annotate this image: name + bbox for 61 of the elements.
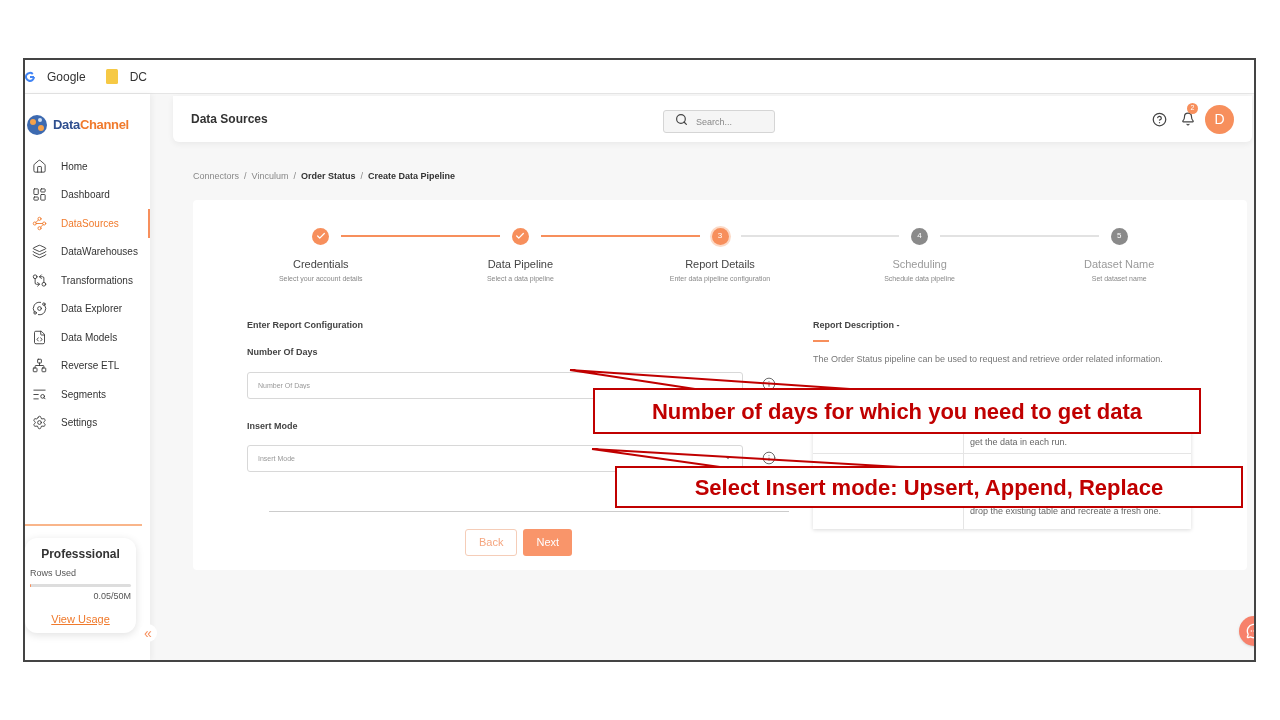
arrows-icon xyxy=(32,272,47,288)
sidebar-item[interactable]: Settings xyxy=(25,408,150,437)
breadcrumb-separator: / xyxy=(293,170,296,183)
table-cell-text: get the data in each run. xyxy=(970,436,1069,448)
sidebar-item[interactable]: Transformations xyxy=(25,266,150,295)
field-label: Insert Mode xyxy=(247,419,299,433)
step-title: Report Details xyxy=(685,256,755,272)
search-icon xyxy=(675,112,688,126)
step-title: Data Pipeline xyxy=(487,256,554,272)
breadcrumb-separator: / xyxy=(244,170,247,183)
check-icon xyxy=(315,231,326,241)
google-icon xyxy=(25,70,35,83)
plan-name: Professsional xyxy=(40,545,121,563)
home-icon xyxy=(32,158,47,174)
sidebar-item[interactable]: DataWarehouses xyxy=(25,237,150,266)
settings-icon xyxy=(32,415,47,431)
step-title: Dataset Name xyxy=(1084,256,1155,272)
breadcrumb-item: Order Status xyxy=(300,170,356,183)
step-marker: 4 xyxy=(911,227,929,245)
table-cell-text: drop the existing table and recreate a fresh one. xyxy=(970,505,1163,517)
step-title: Credentials xyxy=(292,256,349,272)
description-text: The Order Status pipeline can be used to request and retrieve order related information. xyxy=(813,353,1164,365)
bookmark-link[interactable]: DC xyxy=(129,67,148,86)
info-icon[interactable] xyxy=(762,450,776,465)
breadcrumb-item: Create Data Pipeline xyxy=(367,170,455,183)
sidebar-item[interactable]: Dashboard xyxy=(25,180,150,209)
form-heading: Enter Report Configuration xyxy=(247,318,364,332)
step-marker: 5 xyxy=(1110,227,1128,245)
step-title: Scheduling xyxy=(892,256,947,272)
help-icon[interactable] xyxy=(1152,111,1167,127)
list-search-icon xyxy=(32,386,47,402)
usage-value: 0.05/50M xyxy=(93,590,131,603)
sidebar-item[interactable]: Data Explorer xyxy=(25,294,150,323)
nodes-icon xyxy=(32,215,47,231)
sidebar-item[interactable]: Segments xyxy=(25,380,150,409)
step-marker: 3 xyxy=(711,227,729,245)
check-icon xyxy=(515,231,526,241)
globe-logo-icon xyxy=(25,113,49,137)
bell-icon[interactable] xyxy=(1181,112,1195,126)
dashboard-icon xyxy=(32,187,47,203)
description-title: Report Description - xyxy=(813,318,901,332)
field-label: Number Of Days xyxy=(247,346,319,359)
breadcrumb-separator: / xyxy=(360,170,363,183)
sidebar-item[interactable]: Data Models xyxy=(25,323,150,352)
breadcrumb-item[interactable]: Connectors xyxy=(193,170,240,184)
network-icon xyxy=(32,358,47,374)
usage-label: Rows Used xyxy=(30,566,77,580)
code-file-icon xyxy=(32,329,47,345)
breadcrumb-item[interactable]: Vinculum xyxy=(251,170,289,184)
sidebar-item[interactable]: Home xyxy=(25,152,150,181)
callout-text: Number of days for which you need to get data xyxy=(593,388,1201,434)
brand-logo: DataChannel xyxy=(53,116,129,135)
folder-icon xyxy=(105,69,118,84)
info-icon[interactable] xyxy=(762,377,776,391)
layers-icon xyxy=(32,244,47,260)
page-title: Data Sources xyxy=(191,111,269,128)
search-field[interactable]: Search... xyxy=(663,110,775,133)
orbit-icon xyxy=(32,301,47,317)
callout-text: Select Insert mode: Upsert, Append, Replace xyxy=(615,466,1243,508)
sidebar-item[interactable]: Reverse ETL xyxy=(25,351,150,380)
bookmark-link[interactable]: Google xyxy=(47,67,86,86)
